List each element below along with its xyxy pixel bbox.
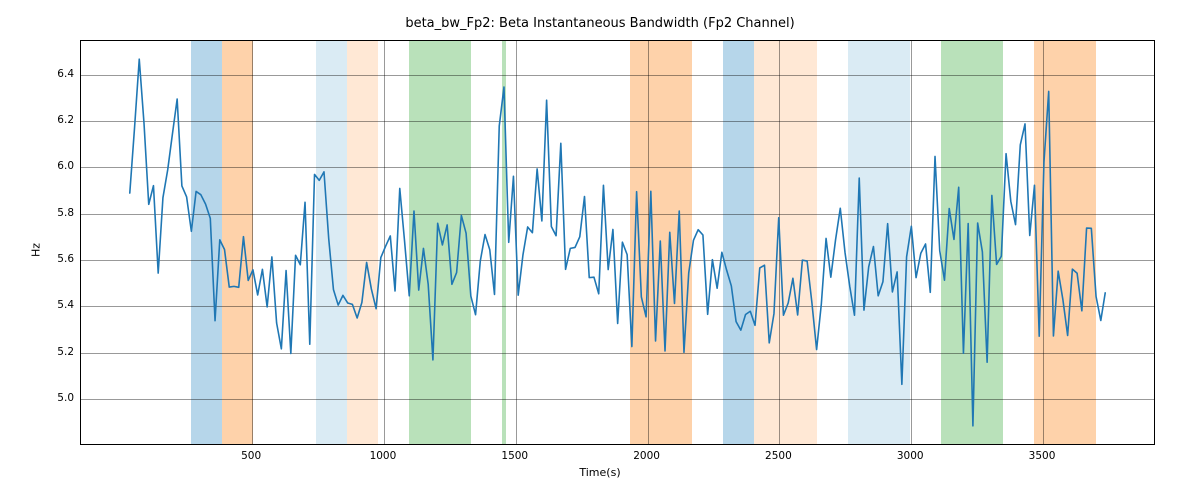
ytick-label: 5.0 [57, 392, 74, 404]
ytick-label: 6.2 [57, 114, 74, 126]
xtick-label: 500 [241, 450, 261, 462]
figure: beta_bw_Fp2: Beta Instantaneous Bandwidt… [0, 0, 1200, 500]
xtick-label: 2500 [765, 450, 792, 462]
ytick-label: 5.8 [57, 207, 74, 219]
line-series-beta-bw-fp2 [81, 41, 1154, 444]
xtick-label: 2000 [633, 450, 660, 462]
ytick-label: 5.4 [57, 299, 74, 311]
xtick-label: 3500 [1029, 450, 1056, 462]
chart-title: beta_bw_Fp2: Beta Instantaneous Bandwidt… [0, 16, 1200, 31]
chart-axes [80, 40, 1155, 445]
xtick-label: 1500 [501, 450, 528, 462]
xtick-label: 3000 [897, 450, 924, 462]
ytick-label: 5.6 [57, 253, 74, 265]
y-axis-label: Hz [30, 243, 43, 257]
ytick-label: 5.2 [57, 346, 74, 358]
xtick-label: 1000 [370, 450, 397, 462]
x-axis-label: Time(s) [0, 466, 1200, 479]
ytick-label: 6.4 [57, 68, 74, 80]
ytick-label: 6.0 [57, 160, 74, 172]
